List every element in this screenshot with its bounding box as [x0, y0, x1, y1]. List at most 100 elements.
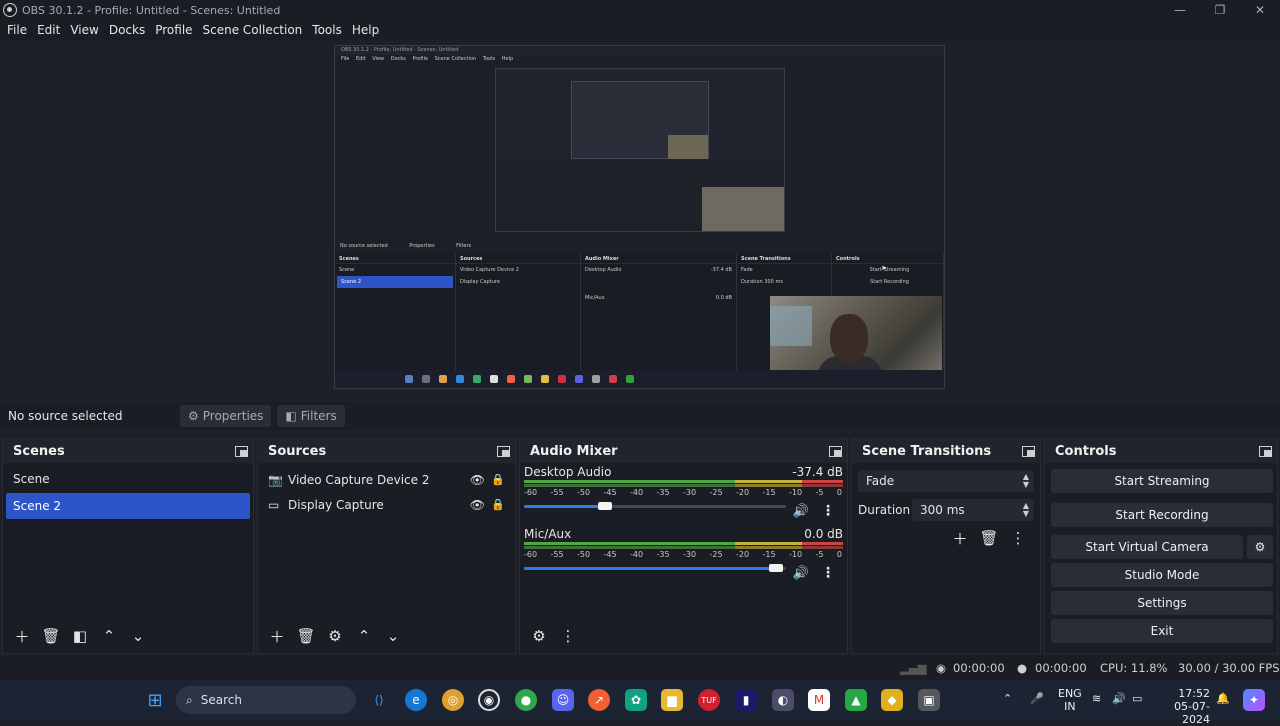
obs-active-icon[interactable]: ▣ — [918, 689, 940, 711]
remove-source-button[interactable]: 🗑 — [293, 625, 319, 647]
channel-name: Desktop Audio — [524, 465, 612, 479]
undock-icon[interactable] — [1022, 445, 1035, 457]
source-properties-button[interactable]: ⚙ — [322, 625, 348, 647]
menu-file[interactable]: File — [3, 23, 31, 37]
source-item-display-capture[interactable]: ▭ Display Capture 👁 🔒 — [258, 492, 515, 517]
nested-mixer-dock: Audio Mixer Desktop Audio -37.4 dB Mic/A… — [581, 254, 737, 370]
source-item-video-capture[interactable]: 📷 Video Capture Device 2 👁 🔒 — [258, 467, 515, 492]
menu-tools[interactable]: Tools — [308, 23, 346, 37]
menu-help[interactable]: Help — [348, 23, 383, 37]
speaker-icon[interactable]: 🔊 — [793, 566, 809, 581]
chrome-icon[interactable]: ◎ — [442, 689, 464, 711]
discord-icon[interactable]: ☺ — [552, 689, 574, 711]
advanced-audio-button[interactable]: ⚙ — [526, 625, 552, 647]
scene-item[interactable]: Scene — [6, 466, 250, 492]
nested-no-source: No source selected — [340, 243, 388, 249]
windows-taskbar: ⊞ ⌕ Search ⟨⟩ e ◎ ◉ ● ☺ ↗ ✿ ▆ TUF ▮ ◐ M … — [0, 680, 1280, 726]
undock-icon[interactable] — [829, 445, 842, 457]
preview-area[interactable]: OBS 30.1.2 - Profile: Untitled - Scenes:… — [0, 40, 1280, 398]
add-scene-button[interactable]: ＋ — [9, 625, 35, 647]
start-recording-button[interactable]: Start Recording — [1051, 503, 1273, 527]
nested-menu-bar: File Edit View Docks Profile Scene Colle… — [335, 55, 944, 63]
volume-slider[interactable] — [524, 561, 786, 575]
speaker-icon[interactable]: 🔊 — [793, 504, 809, 519]
git-icon[interactable]: ◆ — [881, 689, 903, 711]
vscode-icon[interactable]: ⟨⟩ — [368, 689, 390, 711]
menu-profile[interactable]: Profile — [151, 23, 196, 37]
volume-slider[interactable] — [524, 499, 786, 513]
mixer-menu-button[interactable]: ⋮ — [555, 625, 581, 647]
nested-fade: Fade — [741, 267, 753, 273]
properties-button[interactable]: ⚙ Properties — [180, 405, 272, 427]
tuf-icon[interactable]: TUF — [698, 689, 720, 711]
battery-icon[interactable]: ▭ — [1132, 692, 1142, 705]
scene-filters-button[interactable]: ◧ — [67, 625, 93, 647]
move-up-button[interactable]: ⌃ — [351, 625, 377, 647]
microphone-icon[interactable]: 🎤 — [1030, 692, 1044, 705]
taskbar-search[interactable]: ⌕ Search — [176, 686, 356, 714]
jetbrains-icon[interactable]: ▮ — [735, 689, 757, 711]
undock-icon[interactable] — [235, 445, 248, 457]
chatgpt-icon[interactable]: ✿ — [625, 689, 647, 711]
start-streaming-button[interactable]: Start Streaming — [1051, 469, 1273, 493]
menu-scene-collection[interactable]: Scene Collection — [199, 23, 307, 37]
language-indicator[interactable]: ENG IN — [1058, 687, 1082, 713]
spin-arrows-icon[interactable]: ▲ ▼ — [1023, 502, 1029, 518]
nested-menu-view: View — [372, 56, 385, 62]
edge-icon[interactable]: e — [405, 689, 427, 711]
eye-icon[interactable]: 👁 — [470, 473, 485, 487]
obs-icon[interactable]: ◉ — [478, 689, 500, 711]
exit-button[interactable]: Exit — [1051, 619, 1273, 643]
undock-icon[interactable] — [497, 445, 510, 457]
move-down-button[interactable]: ⌄ — [380, 625, 406, 647]
clock[interactable]: 17:52 05-07-2024 — [1158, 687, 1210, 726]
virtual-camera-settings-icon[interactable]: ⚙ — [1247, 535, 1273, 559]
studio-mode-button[interactable]: Studio Mode — [1051, 563, 1273, 587]
settings-button[interactable]: Settings — [1051, 591, 1273, 615]
menu-view[interactable]: View — [66, 23, 102, 37]
postman-icon[interactable]: ↗ — [588, 689, 610, 711]
lock-icon[interactable]: 🔒 — [491, 473, 505, 486]
remove-transition-button[interactable]: 🗑 — [976, 527, 1002, 549]
controls-dock: Controls Start Streaming Start Recording… — [1044, 438, 1278, 654]
chevron-up-icon[interactable]: ⌃ — [1003, 692, 1012, 705]
gmail-icon[interactable]: M — [808, 689, 830, 711]
windows-start-icon[interactable]: ⊞ — [144, 689, 166, 711]
nested-source-item: Video Capture Device 2 — [460, 267, 519, 273]
more-options-icon[interactable]: ⋮ — [821, 565, 835, 581]
undock-icon[interactable] — [1259, 445, 1272, 457]
copilot-icon[interactable]: ✦ — [1243, 689, 1265, 711]
transition-select[interactable]: Fade ▲ ▼ — [858, 470, 1034, 492]
transition-menu-button[interactable]: ⋮ — [1005, 527, 1031, 549]
file-explorer-icon[interactable]: ▆ — [661, 689, 683, 711]
add-transition-button[interactable]: ＋ — [947, 527, 973, 549]
remove-scene-button[interactable]: 🗑 — [38, 625, 64, 647]
maps-icon[interactable]: ● — [515, 689, 537, 711]
add-source-button[interactable]: ＋ — [264, 625, 290, 647]
webcam-person-face — [830, 314, 868, 362]
menu-edit[interactable]: Edit — [33, 23, 64, 37]
tick-label: -60 — [524, 488, 538, 497]
signal-icon: ▂▄▆ — [900, 661, 927, 675]
notification-icon[interactable]: 🔔 — [1216, 692, 1230, 705]
volume-icon[interactable]: 🔊 — [1112, 692, 1126, 705]
more-options-icon[interactable]: ⋮ — [821, 503, 835, 519]
menu-docks[interactable]: Docks — [105, 23, 149, 37]
close-button[interactable]: ✕ — [1240, 0, 1280, 20]
maximize-button[interactable]: ❐ — [1200, 0, 1240, 20]
move-down-button[interactable]: ⌄ — [125, 625, 151, 647]
move-up-button[interactable]: ⌃ — [96, 625, 122, 647]
minimize-button[interactable]: — — [1160, 0, 1200, 20]
duration-spinbox[interactable]: 300 ms ▲ ▼ — [912, 499, 1034, 521]
preview-canvas[interactable]: OBS 30.1.2 - Profile: Untitled - Scenes:… — [334, 45, 945, 389]
start-virtual-camera-button[interactable]: Start Virtual Camera — [1051, 535, 1243, 559]
nested-menu-profile: Profile — [412, 56, 429, 62]
scene-item-selected[interactable]: Scene 2 — [6, 493, 250, 519]
lock-icon[interactable]: 🔒 — [491, 498, 505, 511]
drive-icon[interactable]: ▲ — [845, 689, 867, 711]
filters-button[interactable]: ◧ Filters — [277, 405, 345, 427]
eye-icon[interactable]: 👁 — [470, 498, 485, 512]
tick-label: -5 — [815, 488, 824, 497]
eclipse-icon[interactable]: ◐ — [772, 689, 794, 711]
wifi-icon[interactable]: ≋ — [1092, 692, 1101, 705]
